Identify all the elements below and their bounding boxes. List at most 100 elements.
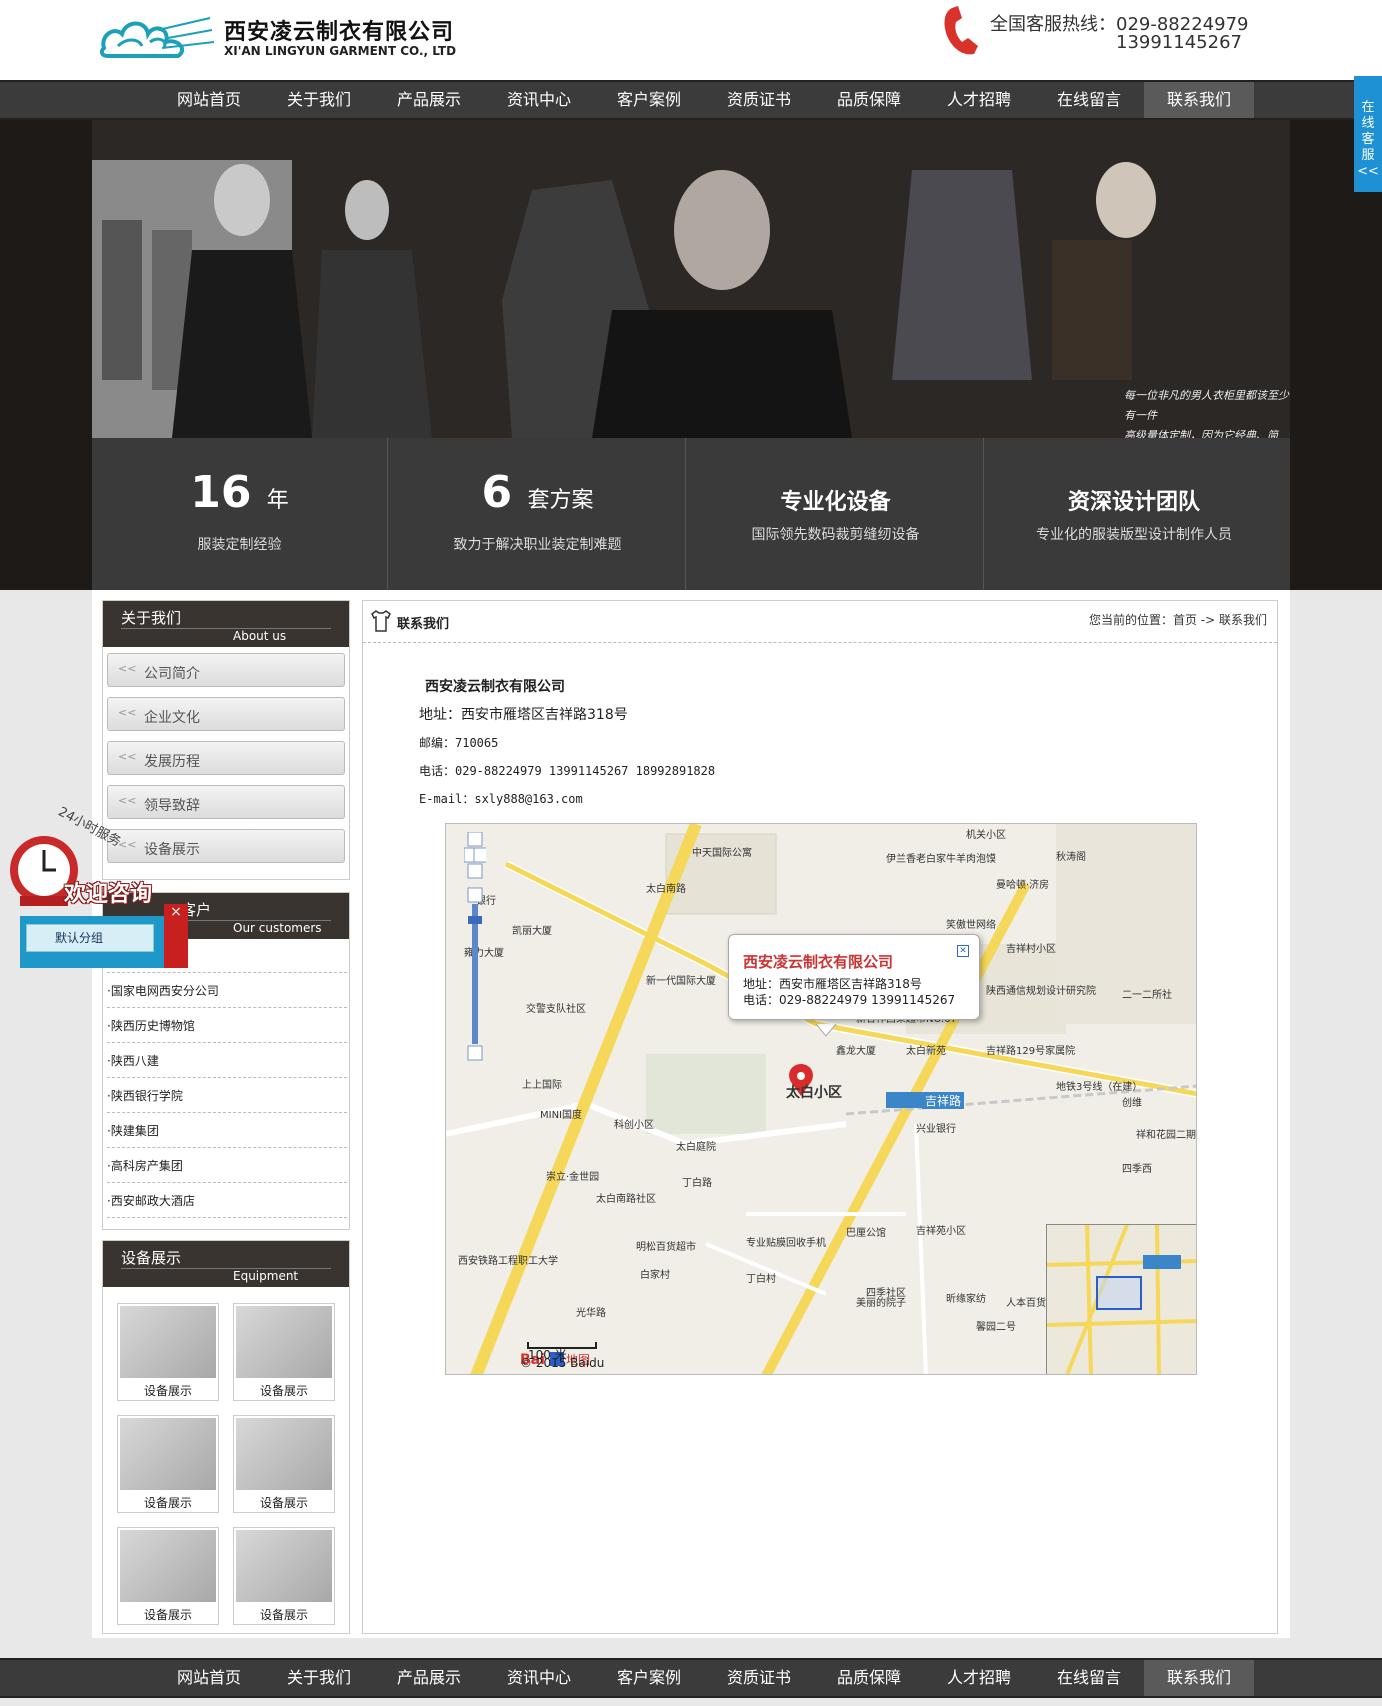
footer-nav-item-1[interactable]: 关于我们 [264,1660,374,1696]
main-nav: 网站首页 关于我们 产品展示 资讯中心 客户案例 资质证书 品质保障 人才招聘 在线留言 联系我们 [0,80,1382,120]
feature-equipment: 专业化设备 国际领先数码裁剪缝纫设备 [688,438,984,590]
nav-item-8[interactable]: 在线留言 [1034,82,1144,118]
company-name-en: XI'AN LINGYUN GARMENT CO., LTD [224,44,457,58]
about-item-1[interactable]: << 企业文化 [107,697,345,731]
map-label: 曼哈顿·济房 [996,880,1050,891]
equipment-caption: 设备展示 [143,1608,192,1622]
popup-close-icon[interactable]: ✕ [957,945,969,957]
map-label: 明松百货超市 [636,1242,696,1253]
footer-nav-item-7[interactable]: 人才招聘 [924,1660,1034,1696]
service-panel: 默认分组 [20,916,188,968]
map-label: 凯丽大厦 [512,926,552,937]
nav-item-4[interactable]: 客户案例 [594,82,704,118]
footer-nav-item-2[interactable]: 产品展示 [374,1660,484,1696]
nav-item-9[interactable]: 联系我们 [1144,82,1254,118]
welcome-consult-label: 欢迎咨询 [64,882,153,907]
feature-sub: 致力于解决职业装定制难题 [453,537,622,553]
equipment-box-header: 设备展示 Equipment [103,1241,349,1287]
banner-caption-line1: 每一位非凡的男人衣柜里都该至少有一件 [1124,389,1289,422]
map-label: 丁白村 [746,1274,776,1285]
content-header: 联系我们 您当前的位置：首页 -> 联系我们 [363,601,1277,643]
nav-item-7[interactable]: 人才招聘 [924,82,1034,118]
footer-nav-item-5[interactable]: 资质证书 [704,1660,814,1696]
footer-nav-item-0[interactable]: 网站首页 [154,1660,264,1696]
map-copyright: © 2015 Baidu [520,1356,605,1370]
map-info-popup: 西安凌云制衣有限公司 地址：西安市雁塔区吉祥路318号 电话：029-88224… [728,934,980,1020]
map-label: 兴业银行 [916,1124,956,1135]
equipment-photo[interactable] [120,1530,216,1602]
equipment-box: 设备展示 Equipment 设备展示 设备展示 设备展示 设备展示 设备展示 设备展示 [102,1240,350,1634]
equipment-photo[interactable] [120,1306,216,1378]
banner-photo: 每一位非凡的男人衣柜里都该至少有一件 高级量体定制，因为它经典、简约。 [92,120,1290,438]
equipment-photo[interactable] [236,1306,332,1378]
feature-sub: 专业化的服装版型设计制作人员 [1036,527,1232,543]
equipment-photo[interactable] [236,1418,332,1490]
feature-number: 6 [481,467,513,518]
about-item-2[interactable]: << 发展历程 [107,741,345,775]
map-label: 吉祥苑小区 [916,1226,966,1237]
about-title-en: About us [233,629,287,643]
customer-item-1[interactable]: ·国家电网西安分公司 [107,974,347,1008]
company-name-cn: 西安凌云制衣有限公司 [224,20,455,45]
side-tab-arrow: << [1357,164,1379,179]
map-label: 吉祥村小区 [1006,944,1056,955]
customer-item-3[interactable]: ·陕西八建 [107,1044,347,1078]
customer-item-6[interactable]: ·高科房产集团 [107,1149,347,1183]
about-item-label: 发展历程 [144,754,200,770]
baidu-map[interactable]: Bai 地图 中天国际公寓 机关小区 秋涛阁 伊兰香老白家牛羊肉泡馍 曼哈顿·济房 太白南… [445,823,1197,1375]
map-label: 丁白路 [682,1178,712,1189]
map-label: 太白南路社区 [596,1194,656,1205]
breadcrumb[interactable]: 您当前的位置：首页 -> 联系我们 [1089,611,1267,628]
equipment-item-2[interactable]: 设备展示 [117,1415,219,1513]
nav-item-1[interactable]: 关于我们 [264,82,374,118]
about-item-label: 公司简介 [144,666,200,682]
map-label: 中天国际公寓 [692,848,752,859]
popup-title: 西安凌云制衣有限公司 [743,953,894,971]
nav-item-5[interactable]: 资质证书 [704,82,814,118]
map-label: 太白新苑 [906,1046,946,1057]
close-icon[interactable]: × [164,904,188,968]
equipment-photo[interactable] [236,1530,332,1602]
map-overview[interactable] [1046,1224,1196,1374]
footer-nav-item-6[interactable]: 品质保障 [814,1660,924,1696]
equipment-caption: 设备展示 [143,1384,192,1398]
footer-nav-item-3[interactable]: 资讯中心 [484,1660,594,1696]
customer-item-2[interactable]: ·陕西历史博物馆 [107,1009,347,1043]
equipment-caption: 设备展示 [259,1608,308,1622]
customer-item-5[interactable]: ·陕建集团 [107,1114,347,1148]
nav-item-0[interactable]: 网站首页 [154,82,264,118]
equipment-photo[interactable] [120,1418,216,1490]
footer-nav-item-9[interactable]: 联系我们 [1144,1660,1254,1696]
default-group-button[interactable]: 默认分组 [26,924,154,952]
equipment-item-3[interactable]: 设备展示 [233,1415,335,1513]
online-service-tab[interactable]: 在线客服 << [1354,76,1382,192]
banner-caption: 每一位非凡的男人衣柜里都该至少有一件 高级量体定制，因为它经典、简约。 [1124,386,1290,438]
map-label: 太白庭院 [676,1142,716,1153]
nav-item-6[interactable]: 品质保障 [814,82,924,118]
equipment-item-5[interactable]: 设备展示 [233,1527,335,1625]
map-label: 馨园二号 [976,1322,1016,1333]
nav-item-2[interactable]: 产品展示 [374,82,484,118]
footer-nav-item-4[interactable]: 客户案例 [594,1660,704,1696]
customer-item-4[interactable]: ·陕西银行学院 [107,1079,347,1113]
feature-sub: 国际领先数码裁剪缝纫设备 [751,527,920,543]
equipment-caption: 设备展示 [259,1496,308,1510]
map-label: 鑫龙大厦 [836,1046,876,1057]
map-label: 笑傲世网络 [946,920,996,931]
about-item-0[interactable]: << 公司简介 [107,653,345,687]
footer-nav-item-8[interactable]: 在线留言 [1034,1660,1144,1696]
equipment-item-4[interactable]: 设备展示 [117,1527,219,1625]
equipment-title-cn: 设备展示 [121,1247,331,1269]
equipment-caption: 设备展示 [259,1384,308,1398]
map-label: 专业贴膜回收手机 [746,1238,826,1249]
map-label: 四季西 [1122,1164,1152,1175]
company-logo[interactable] [98,8,214,66]
map-label: 新一代国际大厦 [646,976,716,987]
map-label: 白家村 [640,1270,670,1281]
map-zoom-control[interactable] [463,831,489,1072]
contact-email[interactable]: E-mail：sxly888@163.com [419,785,715,813]
customer-item-7[interactable]: ·西安邮政大酒店 [107,1184,347,1218]
nav-item-3[interactable]: 资讯中心 [484,82,594,118]
equipment-item-0[interactable]: 设备展示 [117,1303,219,1401]
equipment-item-1[interactable]: 设备展示 [233,1303,335,1401]
